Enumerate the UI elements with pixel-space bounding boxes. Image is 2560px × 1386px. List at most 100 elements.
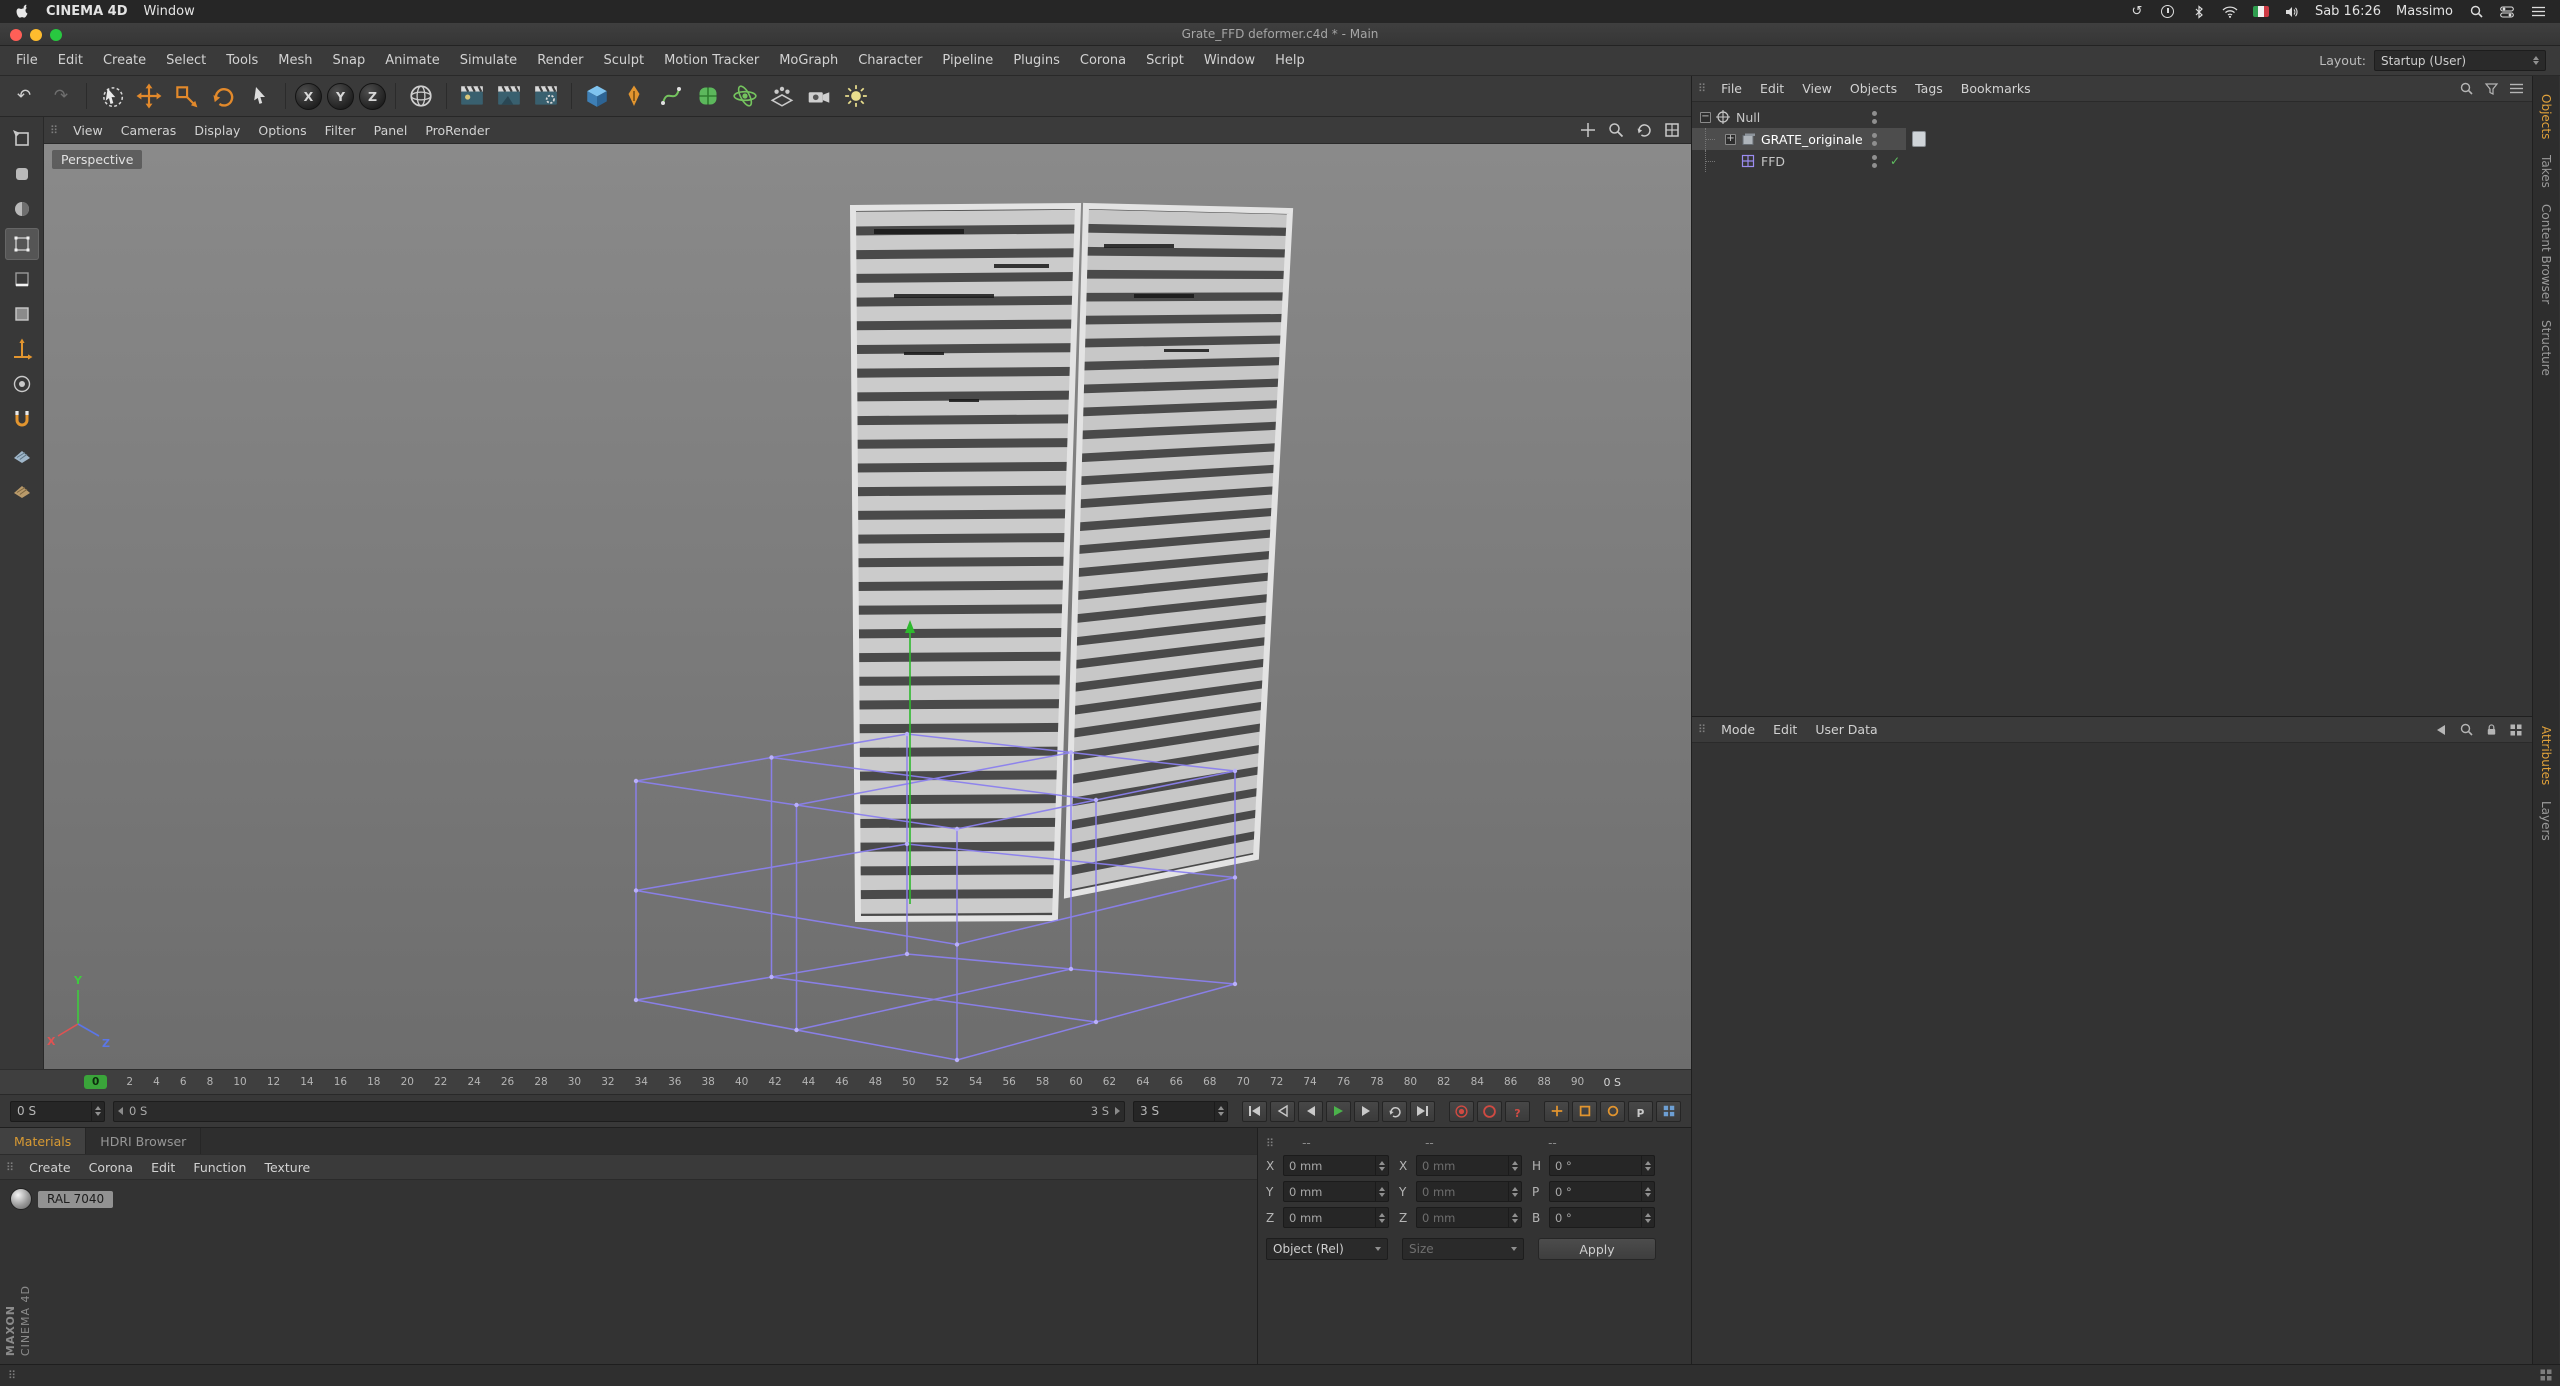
coordinate-field[interactable]: 0 ° xyxy=(1549,1207,1655,1228)
timeline-tick[interactable]: 40 xyxy=(734,1076,749,1088)
array-floor-button[interactable] xyxy=(766,80,798,112)
timeline-tick[interactable]: 18 xyxy=(366,1076,381,1088)
menu-item[interactable]: Sculpt xyxy=(593,53,654,68)
workplane-button[interactable] xyxy=(5,438,39,470)
materials-menu-item[interactable]: Create xyxy=(20,1160,80,1175)
coordinate-field[interactable]: 0 mm xyxy=(1283,1207,1389,1228)
attributes-menu-item[interactable]: Edit xyxy=(1764,722,1806,737)
menu-item[interactable]: Window xyxy=(1194,53,1265,68)
wifi-icon[interactable] xyxy=(2222,4,2238,20)
enable-axis-button[interactable] xyxy=(5,333,39,365)
spline-primitives-button[interactable] xyxy=(655,80,687,112)
object-tree[interactable]: Null GRATE_originale xyxy=(1692,102,2532,716)
timeline-tick[interactable]: 30 xyxy=(567,1076,582,1088)
timeline-ruler[interactable]: 0246810121416182022242628303234363840424… xyxy=(0,1069,1691,1094)
object-row-ffd[interactable]: FFD ✓ xyxy=(1692,150,2532,172)
layout-dropdown[interactable]: Startup (User) xyxy=(2374,50,2546,71)
timeline-tick[interactable]: 46 xyxy=(834,1076,849,1088)
axis-lock-button[interactable]: Z xyxy=(359,83,386,110)
autokey-button[interactable] xyxy=(1477,1101,1502,1122)
timeline-tick[interactable]: 52 xyxy=(935,1076,950,1088)
status-grid-icon[interactable] xyxy=(2540,1366,2552,1385)
status-date[interactable]: Sab 16:26 xyxy=(2315,4,2381,19)
attributes-menu-item[interactable]: User Data xyxy=(1806,722,1886,737)
timeline-tick[interactable]: 76 xyxy=(1336,1076,1351,1088)
visibility-dots-icon[interactable] xyxy=(1864,155,1884,168)
current-time-field[interactable]: 0 S xyxy=(10,1101,105,1122)
viewport-menu-item[interactable]: Cameras xyxy=(112,123,186,138)
object-name[interactable]: Null xyxy=(1736,110,1760,125)
timeline-tick[interactable]: 70 xyxy=(1236,1076,1251,1088)
render-settings-button[interactable] xyxy=(530,80,562,112)
make-editable-button[interactable] xyxy=(5,123,39,155)
timeline-tick[interactable]: 64 xyxy=(1135,1076,1150,1088)
coordinate-field[interactable]: 0 ° xyxy=(1549,1155,1655,1176)
null-object-icon[interactable] xyxy=(1715,109,1731,125)
coordinate-field[interactable]: 0 mm xyxy=(1416,1207,1522,1228)
menu-item[interactable]: Corona xyxy=(1070,53,1136,68)
play-button[interactable] xyxy=(1326,1101,1351,1122)
rotate-tool-button[interactable] xyxy=(207,80,239,112)
viewport-zoom-icon[interactable] xyxy=(1605,120,1627,140)
panel-grip-icon[interactable] xyxy=(50,124,58,137)
timeline-tick[interactable]: 6 xyxy=(179,1076,188,1088)
timeline-tick[interactable]: 58 xyxy=(1035,1076,1050,1088)
materials-tab[interactable]: HDRI Browser xyxy=(86,1128,201,1154)
menu-item[interactable]: Help xyxy=(1265,53,1315,68)
object-manager-menu-item[interactable]: Edit xyxy=(1751,81,1793,96)
materials-menu-item[interactable]: Function xyxy=(184,1160,255,1175)
live-selection-button[interactable] xyxy=(96,80,128,112)
texture-mode-button[interactable] xyxy=(5,193,39,225)
timeline-tick[interactable]: 68 xyxy=(1202,1076,1217,1088)
timeline-tick[interactable]: 84 xyxy=(1470,1076,1485,1088)
settings-grid-icon[interactable] xyxy=(2508,722,2524,738)
viewport-menu-item[interactable]: Display xyxy=(185,123,249,138)
polygon-object-icon[interactable] xyxy=(1740,131,1756,147)
coordinate-field[interactable]: 0 mm xyxy=(1283,1181,1389,1202)
keyframe-selection-button[interactable] xyxy=(1505,1101,1530,1122)
menu-item[interactable]: Pipeline xyxy=(932,53,1003,68)
search-icon[interactable] xyxy=(2458,722,2474,738)
side-tab[interactable]: Takes xyxy=(2539,155,2553,188)
timeline-tick[interactable]: 8 xyxy=(206,1076,215,1088)
key-rotation-toggle[interactable] xyxy=(1600,1101,1625,1122)
timeline-tick[interactable]: 0 xyxy=(84,1075,107,1089)
undo-button[interactable] xyxy=(8,80,40,112)
goto-end-button[interactable] xyxy=(1410,1101,1435,1122)
timeline-tick[interactable]: 86 xyxy=(1503,1076,1518,1088)
timeline-tick[interactable]: 74 xyxy=(1302,1076,1317,1088)
stepper-icon[interactable] xyxy=(1641,1182,1654,1201)
panel-grip-icon[interactable] xyxy=(1698,723,1706,736)
stepper-icon[interactable] xyxy=(1375,1182,1388,1201)
tag-cell[interactable] xyxy=(1912,131,1926,147)
sync-icon[interactable] xyxy=(2129,4,2145,20)
power-slider[interactable]: 0 S 3 S xyxy=(113,1101,1125,1122)
close-window-button[interactable] xyxy=(10,29,22,41)
attributes-menu-item[interactable]: Mode xyxy=(1712,722,1764,737)
timeline-tick[interactable]: 42 xyxy=(767,1076,782,1088)
viewport-menu-item[interactable]: Options xyxy=(249,123,315,138)
menu-item[interactable]: Plugins xyxy=(1003,53,1070,68)
edges-mode-button[interactable] xyxy=(5,263,39,295)
window-titlebar[interactable]: Grate_FFD deformer.c4d * - Main xyxy=(0,23,2560,46)
timeline-tick[interactable]: 48 xyxy=(868,1076,883,1088)
viewport-pan-icon[interactable] xyxy=(1577,120,1599,140)
add-spline-pen-button[interactable] xyxy=(618,80,650,112)
previous-key-button[interactable] xyxy=(1270,1101,1295,1122)
previous-frame-button[interactable] xyxy=(1298,1101,1323,1122)
key-position-toggle[interactable] xyxy=(1544,1101,1569,1122)
viewport-toggle-icon[interactable] xyxy=(1661,120,1683,140)
material-preview-icon[interactable] xyxy=(10,1188,32,1210)
filter-icon[interactable] xyxy=(2483,81,2499,97)
object-manager-menu-item[interactable]: File xyxy=(1712,81,1751,96)
panel-grip-icon[interactable] xyxy=(1698,82,1706,95)
stepper-icon[interactable] xyxy=(1508,1156,1521,1175)
menu-item[interactable]: Simulate xyxy=(450,53,527,68)
render-view-button[interactable] xyxy=(456,80,488,112)
timeline-tick[interactable]: 50 xyxy=(901,1076,916,1088)
viewport-solo-button[interactable] xyxy=(5,368,39,400)
side-tab[interactable]: Structure xyxy=(2539,320,2553,376)
materials-tab[interactable]: Materials xyxy=(0,1128,86,1154)
timeline-tick[interactable]: 28 xyxy=(533,1076,548,1088)
timeline-tick[interactable]: 62 xyxy=(1102,1076,1117,1088)
